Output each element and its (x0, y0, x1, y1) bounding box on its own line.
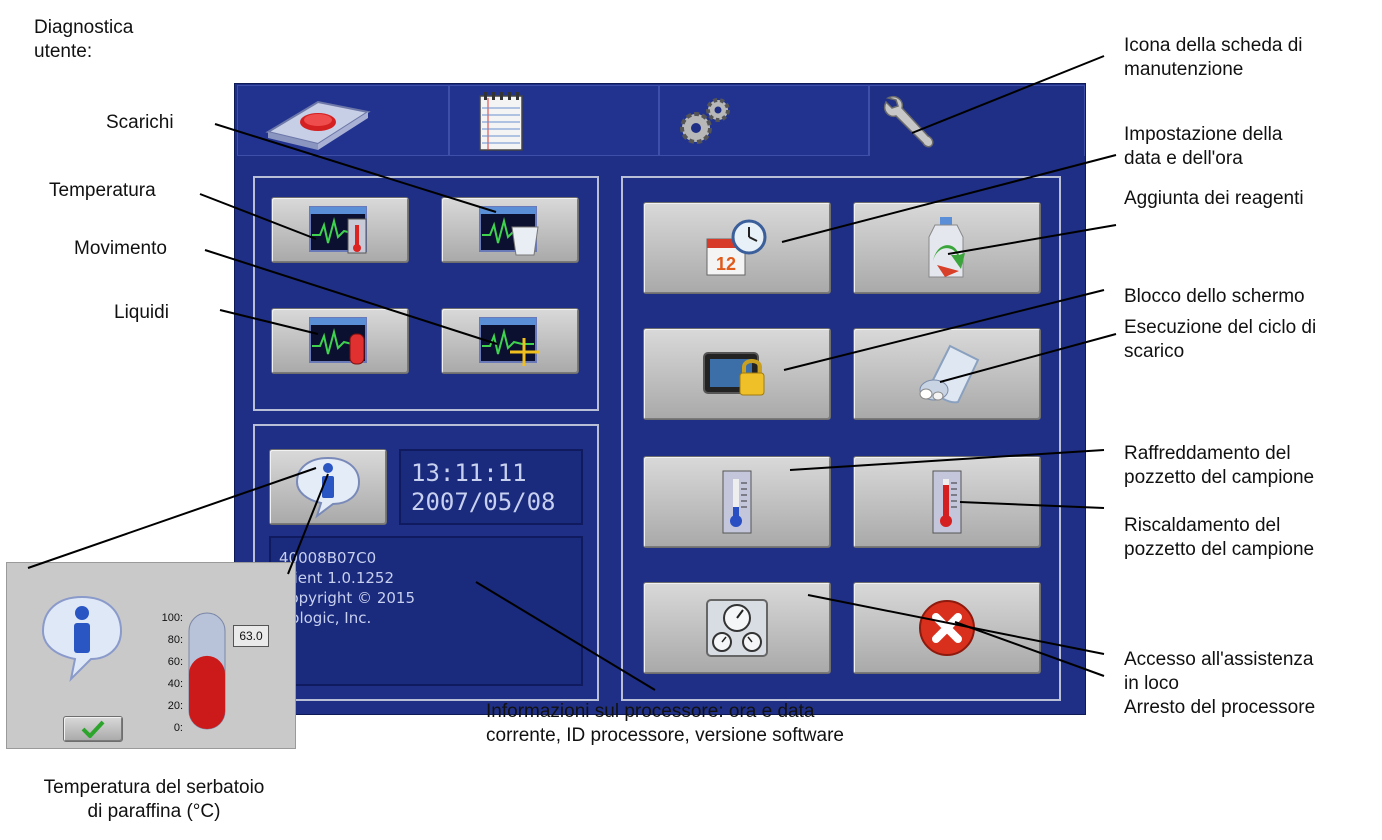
thermometer-tick-label: 80: (167, 634, 183, 646)
lock-screen-icon (703, 352, 765, 396)
info-bubble-icon (41, 595, 123, 683)
processor-id: 40008B07C0 (279, 549, 377, 567)
paraffin-temperature-inset: 100: 80: 60: 40: 20: 0: 63.0 (6, 562, 296, 749)
callout-add-reagents: Aggiunta dei reagenti (1124, 188, 1304, 209)
clock-display: 13:11:11 2007/05/08 (399, 449, 583, 525)
callout-date-time: Impostazione della data e dell'ora (1124, 124, 1283, 169)
checkmark-icon (81, 720, 105, 738)
callout-temperature: Temperatura (49, 180, 156, 201)
shutdown-processor-button[interactable] (853, 582, 1041, 674)
thermometer-tick-label: 60: (167, 656, 183, 668)
date-time-button[interactable]: 12 (643, 202, 831, 294)
callout-liquids: Liquidi (114, 302, 169, 323)
software-version: Client 1.0.1252 (279, 569, 394, 587)
callout-user-diagnostics: Diagnostica utente: (34, 17, 134, 62)
callout-shutdown: Arresto del processore (1124, 697, 1316, 718)
svg-text:12: 12 (716, 254, 736, 274)
temperature-diagnostics-button[interactable] (271, 197, 409, 263)
callout-drain-cycle: Esecuzione del ciclo di scarico (1124, 317, 1317, 362)
callout-field-service: Accesso all'assistenza in loco (1124, 649, 1314, 694)
paraffin-temperature-value: 63.0 (233, 625, 269, 647)
cool-sample-well-button[interactable] (643, 456, 831, 548)
clock-date: 2007/05/08 (411, 488, 556, 516)
field-service-button[interactable] (643, 582, 831, 674)
tab-log[interactable] (449, 85, 659, 156)
monitor-cup-icon (479, 206, 539, 256)
callout-drains: Scarichi (106, 112, 174, 133)
thermometer-tick-label: 0: (173, 722, 183, 734)
thermometer-fill (189, 655, 225, 729)
monitor-thermometer-icon (309, 206, 367, 254)
tissue-cassette-icon (265, 100, 371, 150)
calendar-clock-icon: 12 (706, 219, 767, 276)
thermometer-hot-icon (932, 470, 962, 534)
drains-diagnostics-button[interactable] (441, 197, 579, 263)
maintenance-screen: 13:11:11 2007/05/08 40008B07C0 Client 1.… (234, 83, 1086, 715)
thermometer-cold-icon (722, 470, 752, 534)
gears-icon (680, 98, 730, 144)
callout-cooling: Raffreddamento del pozzetto del campione (1124, 443, 1315, 488)
drain-bag-icon (919, 344, 980, 404)
liquids-diagnostics-button[interactable] (271, 308, 409, 374)
monitor-arrows-icon (479, 317, 540, 366)
notepad-icon (479, 92, 523, 151)
thermometer-tick-label: 20: (167, 700, 183, 712)
company-name: Hologic, Inc. (279, 609, 372, 627)
thermometer-tick-label: 40: (167, 678, 183, 690)
callout-screen-lock: Blocco dello schermo (1124, 286, 1305, 307)
wrench-icon (884, 96, 934, 148)
tab-processing[interactable] (237, 85, 449, 156)
movement-diagnostics-button[interactable] (441, 308, 579, 374)
callout-paraffin-temperature: Temperatura del serbatoio di paraffina (… (43, 777, 265, 822)
gauges-icon (706, 599, 768, 657)
screen-lock-button[interactable] (643, 328, 831, 420)
stop-icon (919, 600, 975, 656)
clock-time: 13:11:11 (411, 459, 527, 487)
tab-maintenance[interactable] (869, 85, 1085, 156)
callout-maintenance-tab: Icona della scheda di manutenzione (1124, 35, 1303, 80)
info-icon (295, 456, 361, 519)
tab-settings[interactable] (659, 85, 869, 156)
ok-button[interactable] (63, 716, 123, 742)
thermometer-scale: 100: 80: 60: 40: 20: 0: (155, 612, 187, 734)
info-button[interactable] (269, 449, 387, 525)
monitor-liquid-icon (309, 317, 367, 365)
reagent-bottle-icon (928, 217, 965, 278)
add-reagents-button[interactable] (853, 202, 1041, 294)
thermometer-tick-label: 100: (161, 612, 183, 624)
callout-movement: Movimento (74, 238, 167, 259)
callout-processor-info: Informazioni sul processore: ora e data … (486, 701, 844, 746)
processor-info-box: 40008B07C0 Client 1.0.1252 Copyright © 2… (269, 536, 583, 686)
copyright-text: Copyright © 2015 (279, 589, 416, 607)
drain-cycle-button[interactable] (853, 328, 1041, 420)
heat-sample-well-button[interactable] (853, 456, 1041, 548)
callout-heating: Riscaldamento del pozzetto del campione (1124, 515, 1315, 560)
